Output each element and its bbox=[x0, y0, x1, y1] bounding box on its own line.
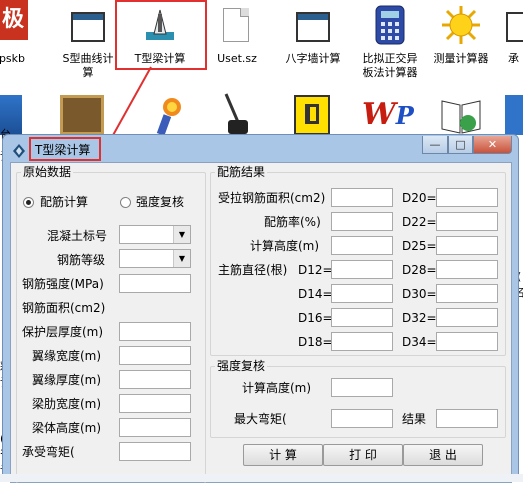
d14-output[interactable] bbox=[331, 284, 393, 303]
results-group-title: 配筋结果 bbox=[215, 165, 268, 179]
d32-label: D32= bbox=[402, 311, 437, 325]
maximize-button[interactable]: □ bbox=[448, 136, 473, 154]
d34-label: D34= bbox=[402, 335, 437, 349]
max-moment-output[interactable] bbox=[331, 409, 393, 428]
d28-label: D28= bbox=[402, 263, 437, 277]
moment-label: 承受弯矩( bbox=[22, 445, 75, 459]
moment-input[interactable] bbox=[119, 442, 191, 461]
rib-width-input[interactable] bbox=[119, 394, 191, 413]
cover-thickness-input[interactable] bbox=[119, 322, 191, 341]
tensile-area-label: 受拉钢筋面积(cm2) bbox=[218, 191, 326, 205]
chevron-down-icon[interactable]: ▼ bbox=[173, 250, 190, 267]
rib-width-label: 梁肋宽度(m) bbox=[32, 397, 102, 411]
d25-output[interactable] bbox=[436, 236, 498, 255]
calculate-button[interactable]: 计 算 bbox=[243, 444, 323, 466]
radio-strength-check[interactable] bbox=[120, 197, 131, 208]
raw-data-group-title: 原始数据 bbox=[21, 165, 74, 179]
d18-output[interactable] bbox=[331, 332, 393, 351]
reinforcement-ratio-label: 配筋率(%) bbox=[264, 215, 321, 229]
rebar-grade-label: 钢筋等级 bbox=[57, 253, 106, 267]
d32-output[interactable] bbox=[436, 308, 498, 327]
main-rebar-diameter-label: 主筋直径(根) bbox=[218, 263, 288, 277]
rebar-area-label: 钢筋面积(cm2) bbox=[22, 301, 106, 315]
d28-output[interactable] bbox=[436, 260, 498, 279]
check-calc-height-output[interactable] bbox=[331, 378, 393, 397]
exit-button[interactable]: 退 出 bbox=[403, 444, 483, 466]
strength-check-group-title: 强度复核 bbox=[215, 359, 268, 373]
window-title: T型梁计算 bbox=[35, 143, 91, 157]
d16-output[interactable] bbox=[331, 308, 393, 327]
check-result-output[interactable] bbox=[436, 409, 498, 428]
rebar-strength-label: 钢筋强度(MPa) bbox=[22, 277, 104, 291]
close-button[interactable]: ✕ bbox=[473, 136, 512, 154]
concrete-grade-select[interactable]: ▼ bbox=[119, 225, 191, 244]
rebar-strength-input[interactable] bbox=[119, 274, 191, 293]
app-diamond-icon bbox=[13, 144, 25, 158]
check-calc-height-label: 计算高度(m) bbox=[242, 381, 312, 395]
reinforcement-ratio-output[interactable] bbox=[331, 212, 393, 231]
d12-label: D12= bbox=[298, 263, 333, 277]
d30-output[interactable] bbox=[436, 284, 498, 303]
flange-width-label: 翼缘宽度(m) bbox=[32, 349, 102, 363]
check-result-label: 结果 bbox=[402, 412, 427, 426]
d22-label: D22= bbox=[402, 215, 437, 229]
taskbar-strip bbox=[0, 474, 523, 482]
d12-output[interactable] bbox=[331, 260, 393, 279]
tensile-area-output[interactable] bbox=[331, 188, 393, 207]
caption-buttons: — □ ✕ bbox=[422, 136, 512, 156]
minimize-button[interactable]: — bbox=[422, 136, 448, 154]
d25-label: D25= bbox=[402, 239, 437, 253]
calc-height-output[interactable] bbox=[331, 236, 393, 255]
print-button[interactable]: 打 印 bbox=[323, 444, 403, 466]
d30-label: D30= bbox=[402, 287, 437, 301]
flange-thickness-label: 翼缘厚度(m) bbox=[32, 373, 102, 387]
radio-reinforcement-label[interactable]: 配筋计算 bbox=[40, 195, 88, 209]
beam-height-input[interactable] bbox=[119, 418, 191, 437]
d18-label: D18= bbox=[298, 335, 333, 349]
strength-check-group: 强度复核 计算高度(m) 最大弯矩( 结果 bbox=[210, 359, 506, 438]
window-client-area: 原始数据 配筋计算 强度复核 混凝土标号 ▼ 钢筋等级 ▼ 钢筋强度(MPa) … bbox=[10, 162, 512, 483]
d14-label: D14= bbox=[298, 287, 333, 301]
calc-height-label: 计算高度(m) bbox=[250, 239, 320, 253]
radio-strength-check-label[interactable]: 强度复核 bbox=[136, 195, 184, 209]
d20-label: D20= bbox=[402, 191, 437, 205]
d20-output[interactable] bbox=[436, 188, 498, 207]
raw-data-group: 原始数据 配筋计算 强度复核 混凝土标号 ▼ 钢筋等级 ▼ 钢筋强度(MPa) … bbox=[16, 165, 206, 483]
rebar-grade-select[interactable]: ▼ bbox=[119, 249, 191, 268]
radio-reinforcement[interactable] bbox=[23, 197, 34, 208]
chevron-down-icon[interactable]: ▼ bbox=[173, 226, 190, 243]
concrete-grade-label: 混凝土标号 bbox=[47, 229, 108, 243]
max-moment-label: 最大弯矩( bbox=[234, 412, 287, 426]
flange-width-input[interactable] bbox=[119, 346, 191, 365]
d16-label: D16= bbox=[298, 311, 333, 325]
flange-thickness-input[interactable] bbox=[119, 370, 191, 389]
results-group: 配筋结果 受拉钢筋面积(cm2) 配筋率(%) 计算高度(m) 主筋直径(根) … bbox=[210, 165, 506, 356]
t-beam-window: T型梁计算 — □ ✕ 原始数据 配筋计算 强度复核 混凝土标号 ▼ 钢筋等级 … bbox=[2, 134, 519, 483]
d22-output[interactable] bbox=[436, 212, 498, 231]
beam-height-label: 梁体高度(m) bbox=[32, 421, 102, 435]
d34-output[interactable] bbox=[436, 332, 498, 351]
cover-thickness-label: 保护层厚度(m) bbox=[22, 325, 104, 339]
